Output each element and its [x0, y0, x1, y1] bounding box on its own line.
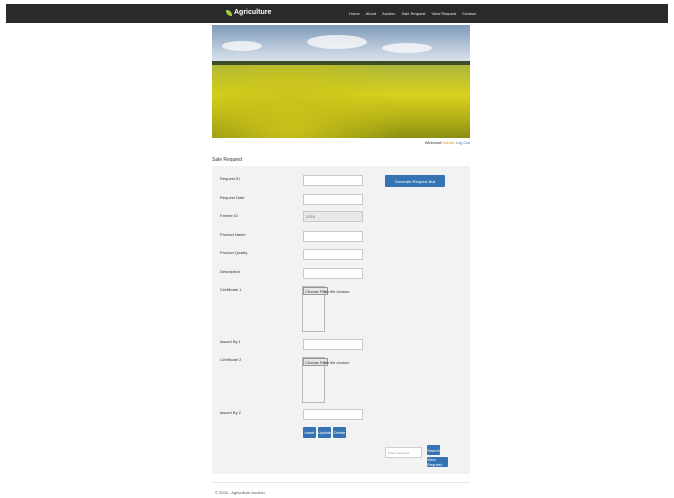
issued-by1-input[interactable]	[303, 339, 363, 350]
description-input[interactable]	[303, 268, 363, 279]
delete-button[interactable]: Delete	[333, 427, 346, 438]
page-title: Sale Request	[212, 157, 243, 163]
search-button[interactable]: Search	[427, 445, 440, 455]
cloud	[222, 41, 262, 51]
logout-link[interactable]: Log Out	[456, 140, 470, 145]
cloud	[307, 35, 367, 49]
welcome-bar: Welcome! Admin Log Out	[425, 140, 470, 145]
farmer-id-input: 2018	[303, 211, 363, 222]
main-nav: Home About Auction Sale Request View Req…	[349, 11, 476, 16]
welcome-text: Welcome!	[424, 140, 443, 145]
product-quality-input[interactable]	[303, 249, 363, 260]
search-request-input[interactable]: Enter request id	[385, 447, 422, 458]
issued-by2-input[interactable]	[303, 409, 363, 420]
brand-name: Agriculture	[234, 9, 272, 16]
nav-home[interactable]: Home	[349, 11, 360, 16]
request-date-label: Request Date	[220, 195, 245, 200]
certificate2-file-status: No file chosen	[324, 360, 350, 365]
product-name-label: Product Name	[220, 232, 246, 237]
generate-request-button[interactable]: Generate Request Bull	[385, 175, 445, 187]
view-request-button[interactable]: View Request	[427, 457, 448, 467]
footer-divider	[212, 482, 470, 483]
update-button[interactable]: Update	[318, 427, 331, 438]
nav-auction[interactable]: Auction	[382, 11, 395, 16]
leaf-logo-icon	[226, 9, 232, 16]
product-quality-label: Product Quality	[220, 250, 248, 255]
certificate2-label: Certificate 2	[220, 357, 242, 362]
brand[interactable]: Agriculture	[226, 9, 271, 16]
certificate1-label: Certificate 1	[220, 287, 242, 292]
nav-sale-request[interactable]: Sale Request	[401, 11, 425, 16]
farmer-id-label: Farmer ID	[220, 213, 238, 218]
hero-rapeseed-field	[212, 65, 470, 138]
nav-contact[interactable]: Contact	[462, 11, 476, 16]
product-name-input[interactable]	[303, 231, 363, 242]
insert-button[interactable]: Insert	[303, 427, 316, 438]
hero-image	[212, 25, 470, 138]
issued-by2-label: Issued By 2	[220, 410, 241, 415]
issued-by1-label: Issued By 1	[220, 339, 241, 344]
top-navbar: Agriculture Home About Auction Sale Requ…	[6, 4, 668, 23]
certificate1-file-status: No file chosen	[324, 289, 350, 294]
nav-about[interactable]: About	[366, 11, 376, 16]
request-id-label: Request ID	[220, 176, 241, 181]
nav-view-request[interactable]: View Request	[431, 11, 456, 16]
request-date-input[interactable]	[303, 194, 363, 205]
description-label: Description	[220, 269, 241, 274]
request-id-input[interactable]	[303, 175, 363, 186]
username: Admin	[443, 140, 455, 145]
cloud	[382, 43, 432, 53]
footer-copyright: © 2020 - Agriculture Auction	[215, 490, 265, 495]
